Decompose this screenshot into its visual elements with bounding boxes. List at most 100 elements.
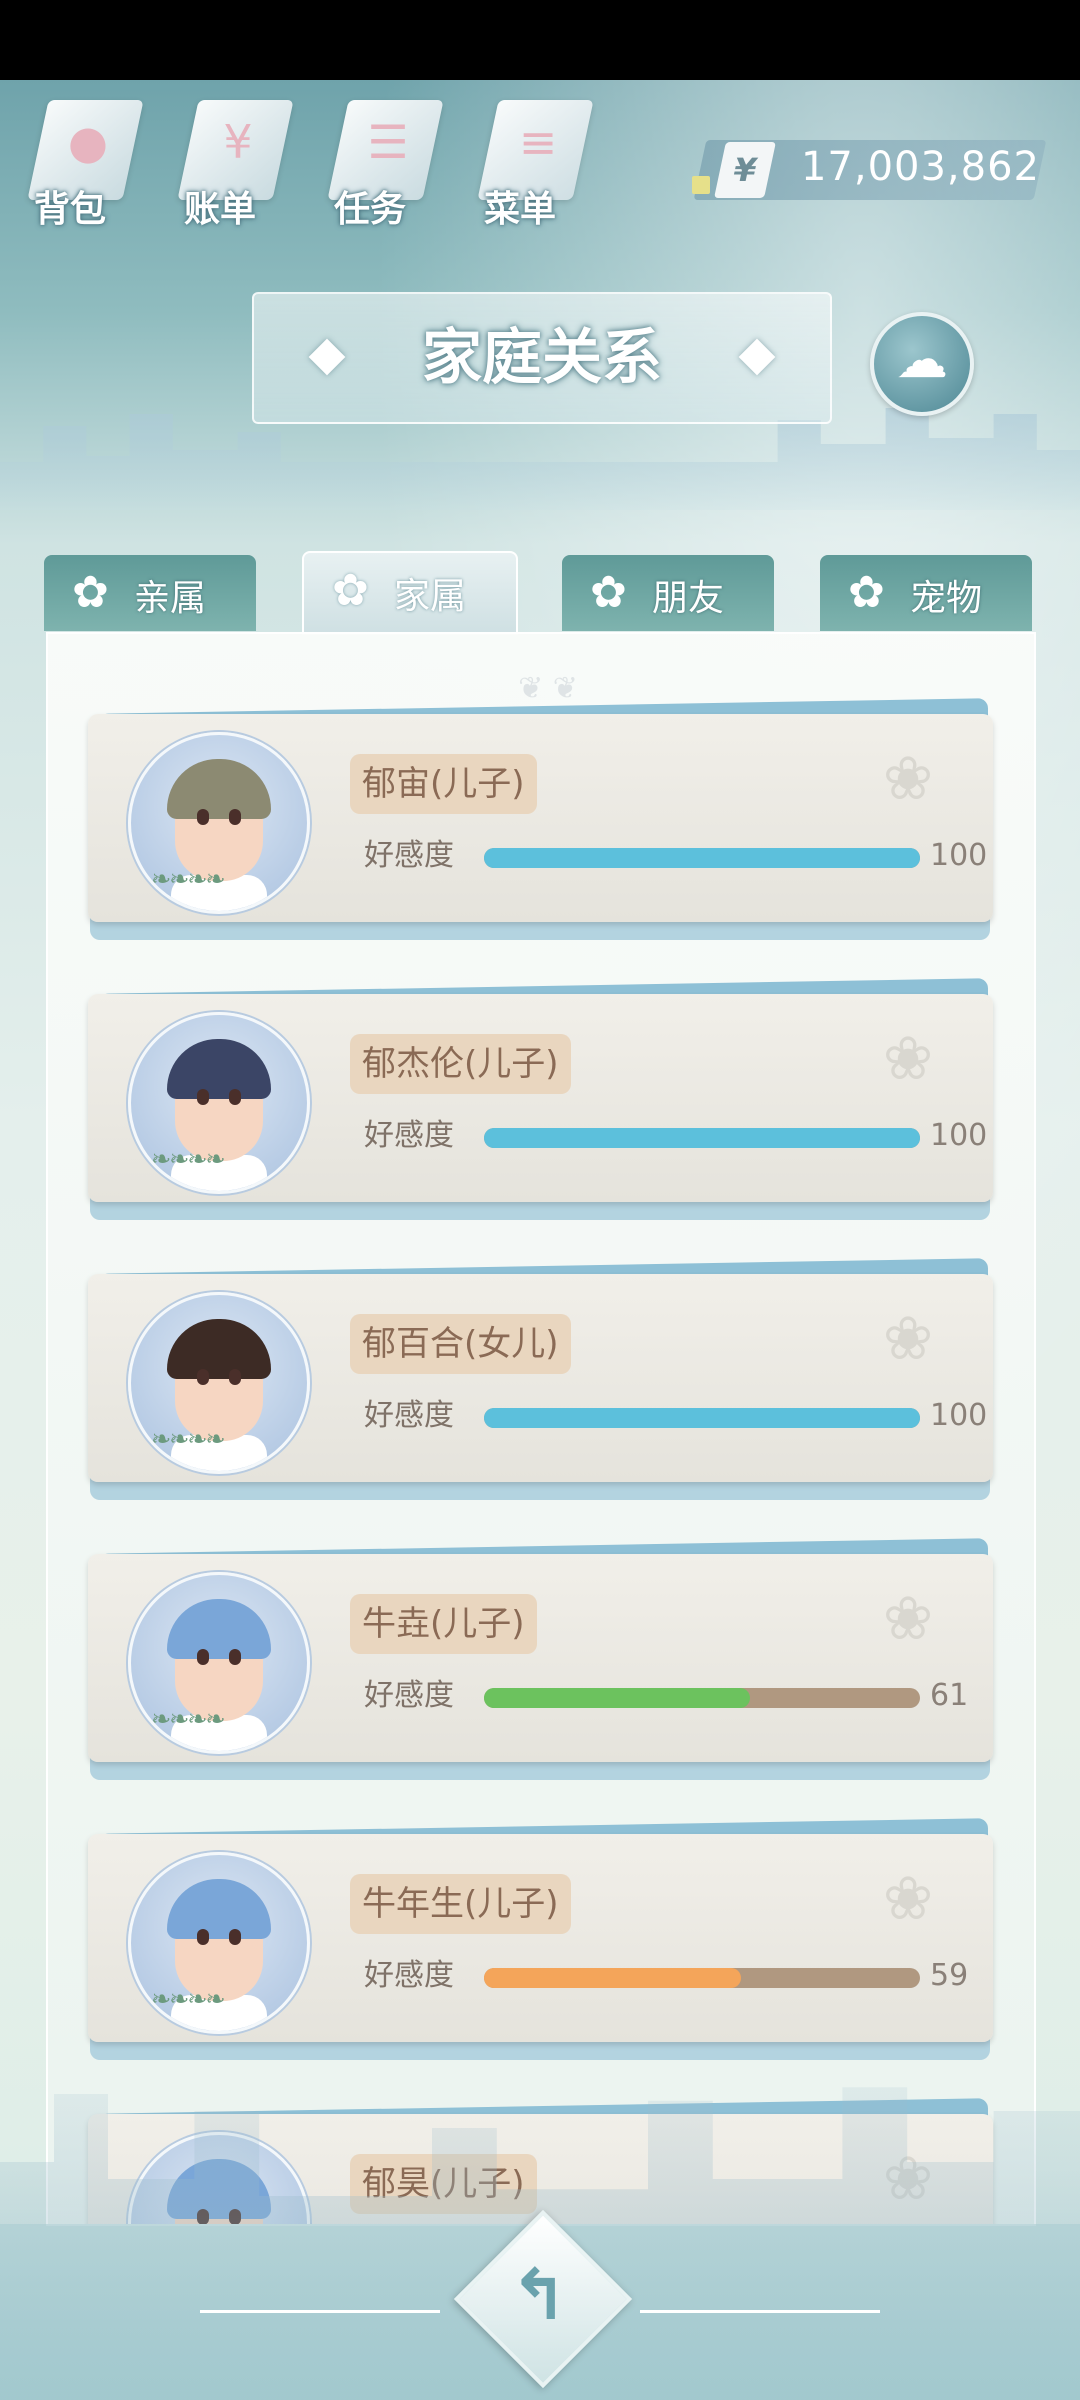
tab-bar: ✿ 亲属 ✿ 家属 ✿ 朋友 ✿ 宠物 [44, 551, 1034, 635]
menu-task-button[interactable]: ☰ 任务 [320, 90, 444, 230]
menu-menu-button[interactable]: ≡ 菜单 [470, 90, 594, 230]
flower-icon: ✿ [332, 565, 369, 616]
tab-label: 朋友 [652, 578, 725, 619]
avatar-eye [197, 809, 209, 825]
tab-pets[interactable]: ✿ 宠物 [820, 555, 1032, 631]
member-card-body: ❀ ❧❧❧❧ 郁宙(儿子) 好感度 100 [88, 714, 993, 922]
family-member-card[interactable]: ❀ ❧❧❧❧ 郁百合(女儿) 好感度 100 [88, 1258, 993, 1504]
status-bar [0, 0, 1080, 80]
leaf-wreath-icon: ❧❧❧❧ [151, 1145, 225, 1173]
member-name: 郁宙(儿子) [350, 754, 537, 814]
affection-bar-fill [484, 1968, 742, 1988]
family-member-card[interactable]: ❀ ❧❧❧❧ 郁杰伦(儿子) 好感度 100 [88, 978, 993, 1224]
affection-bar [484, 1128, 920, 1148]
leaf-wreath-icon: ❧❧❧❧ [151, 1425, 225, 1453]
affection-bar [484, 1408, 920, 1428]
family-member-card[interactable]: ❀ ❧❧❧❧ 郁宙(儿子) 好感度 100 [88, 698, 993, 944]
affection-label: 好感度 [364, 1398, 454, 1433]
task-icon: ☰ [367, 115, 409, 169]
affection-bar-fill [484, 848, 920, 868]
flower-icon: ✿ [848, 567, 885, 618]
member-name: 牛垚(儿子) [350, 1594, 537, 1654]
floral-decoration-icon: ❀ [882, 1024, 934, 1094]
divider [640, 2310, 880, 2313]
member-avatar: ❧❧❧❧ [128, 1852, 310, 2034]
backpack-icon: ● [67, 115, 109, 169]
family-list-panel[interactable]: ❦ ❦ ❀ ❧❧❧❧ 郁宙(儿子) 好感度 100 ❀ ❧❧❧❧ 郁杰伦(儿子) 好感度 100 ❀… [46, 632, 1036, 2226]
tab-label: 亲属 [134, 578, 207, 619]
back-arrow-icon: ↰ [509, 2254, 569, 2336]
avatar-hair [167, 1319, 271, 1379]
ornament-icon: ❦ ❦ [518, 671, 578, 706]
affection-value: 61 [930, 1678, 969, 1713]
floral-decoration-icon: ❀ [882, 744, 934, 814]
tab-label: 宠物 [910, 578, 983, 619]
tab-family[interactable]: ✿ 家属 [302, 551, 518, 635]
avatar-eye [229, 1649, 241, 1665]
floral-decoration-icon: ❀ [882, 1864, 934, 1934]
avatar-eye [197, 1369, 209, 1385]
affection-bar-fill [484, 1688, 750, 1708]
menu-label: 任务 [334, 189, 407, 230]
divider [200, 2310, 440, 2313]
leaf-wreath-icon: ❧❧❧❧ [151, 1985, 225, 2013]
avatar-eye [229, 1369, 241, 1385]
member-card-body: ❀ ❧❧❧❧ 牛垚(儿子) 好感度 61 [88, 1554, 993, 1762]
menu-label: 菜单 [484, 189, 557, 230]
avatar-eye [197, 1649, 209, 1665]
avatar-eye [197, 1089, 209, 1105]
avatar-eye [197, 1929, 209, 1945]
avatar-hair [167, 759, 271, 819]
cloud-tree-icon: ☁ [896, 330, 948, 390]
avatar-hair [167, 1039, 271, 1099]
tab-label: 家属 [394, 576, 467, 617]
menu-label: 背包 [34, 189, 107, 230]
menu-bill-button[interactable]: ¥ 账单 [170, 90, 294, 230]
menu-label: 账单 [184, 189, 257, 230]
avatar-eye [229, 1929, 241, 1945]
member-card-body: ❀ ❧❧❧❧ 牛年生(儿子) 好感度 59 [88, 1834, 993, 2042]
bill-icon: ¥ [223, 115, 253, 169]
member-name: 郁杰伦(儿子) [350, 1034, 571, 1094]
member-name: 郁百合(女儿) [350, 1314, 571, 1374]
top-menu: ● 背包 ¥ 账单 ☰ 任务 ≡ 菜单 [20, 90, 594, 240]
member-avatar: ❧❧❧❧ [128, 732, 310, 914]
avatar-hair [167, 1599, 271, 1659]
affection-bar [484, 1688, 920, 1708]
affection-value: 100 [930, 1118, 988, 1153]
affection-value: 100 [930, 1398, 988, 1433]
flower-icon: ✿ [72, 567, 109, 618]
family-member-card[interactable]: ❀ ❧❧❧❧ 牛年生(儿子) 好感度 59 [88, 1818, 993, 2064]
member-card-body: ❀ ❧❧❧❧ 郁百合(女儿) 好感度 100 [88, 1274, 993, 1482]
tab-friends[interactable]: ✿ 朋友 [562, 555, 774, 631]
affection-bar-fill [484, 1408, 920, 1428]
affection-value: 59 [930, 1958, 969, 1993]
affection-label: 好感度 [364, 1678, 454, 1713]
member-avatar: ❧❧❧❧ [128, 1012, 310, 1194]
floral-decoration-icon: ❀ [882, 1584, 934, 1654]
affection-bar-fill [484, 1128, 920, 1148]
money-value: 17,003,862 [800, 144, 1040, 190]
tab-relatives[interactable]: ✿ 亲属 [44, 555, 256, 631]
member-card-body: ❀ ❧❧❧❧ 郁杰伦(儿子) 好感度 100 [88, 994, 993, 1202]
member-avatar: ❧❧❧❧ [128, 1572, 310, 1754]
avatar-hair [167, 1879, 271, 1939]
affection-label: 好感度 [364, 1118, 454, 1153]
affection-label: 好感度 [364, 1958, 454, 1993]
family-tree-button[interactable]: ☁ [870, 312, 974, 416]
affection-label: 好感度 [364, 838, 454, 873]
menu-backpack-button[interactable]: ● 背包 [20, 90, 144, 230]
affection-bar [484, 1968, 920, 1988]
member-name: 牛年生(儿子) [350, 1874, 571, 1934]
avatar-eye [229, 809, 241, 825]
title-banner: 家庭关系 [252, 292, 832, 424]
leaf-wreath-icon: ❧❧❧❧ [151, 865, 225, 893]
menu-icon: ≡ [518, 115, 558, 169]
money-dot [692, 176, 710, 194]
floral-decoration-icon: ❀ [882, 1304, 934, 1374]
avatar-eye [229, 1089, 241, 1105]
affection-bar [484, 848, 920, 868]
flower-icon: ✿ [590, 567, 627, 618]
family-member-card[interactable]: ❀ ❧❧❧❧ 牛垚(儿子) 好感度 61 [88, 1538, 993, 1784]
affection-value: 100 [930, 838, 988, 873]
